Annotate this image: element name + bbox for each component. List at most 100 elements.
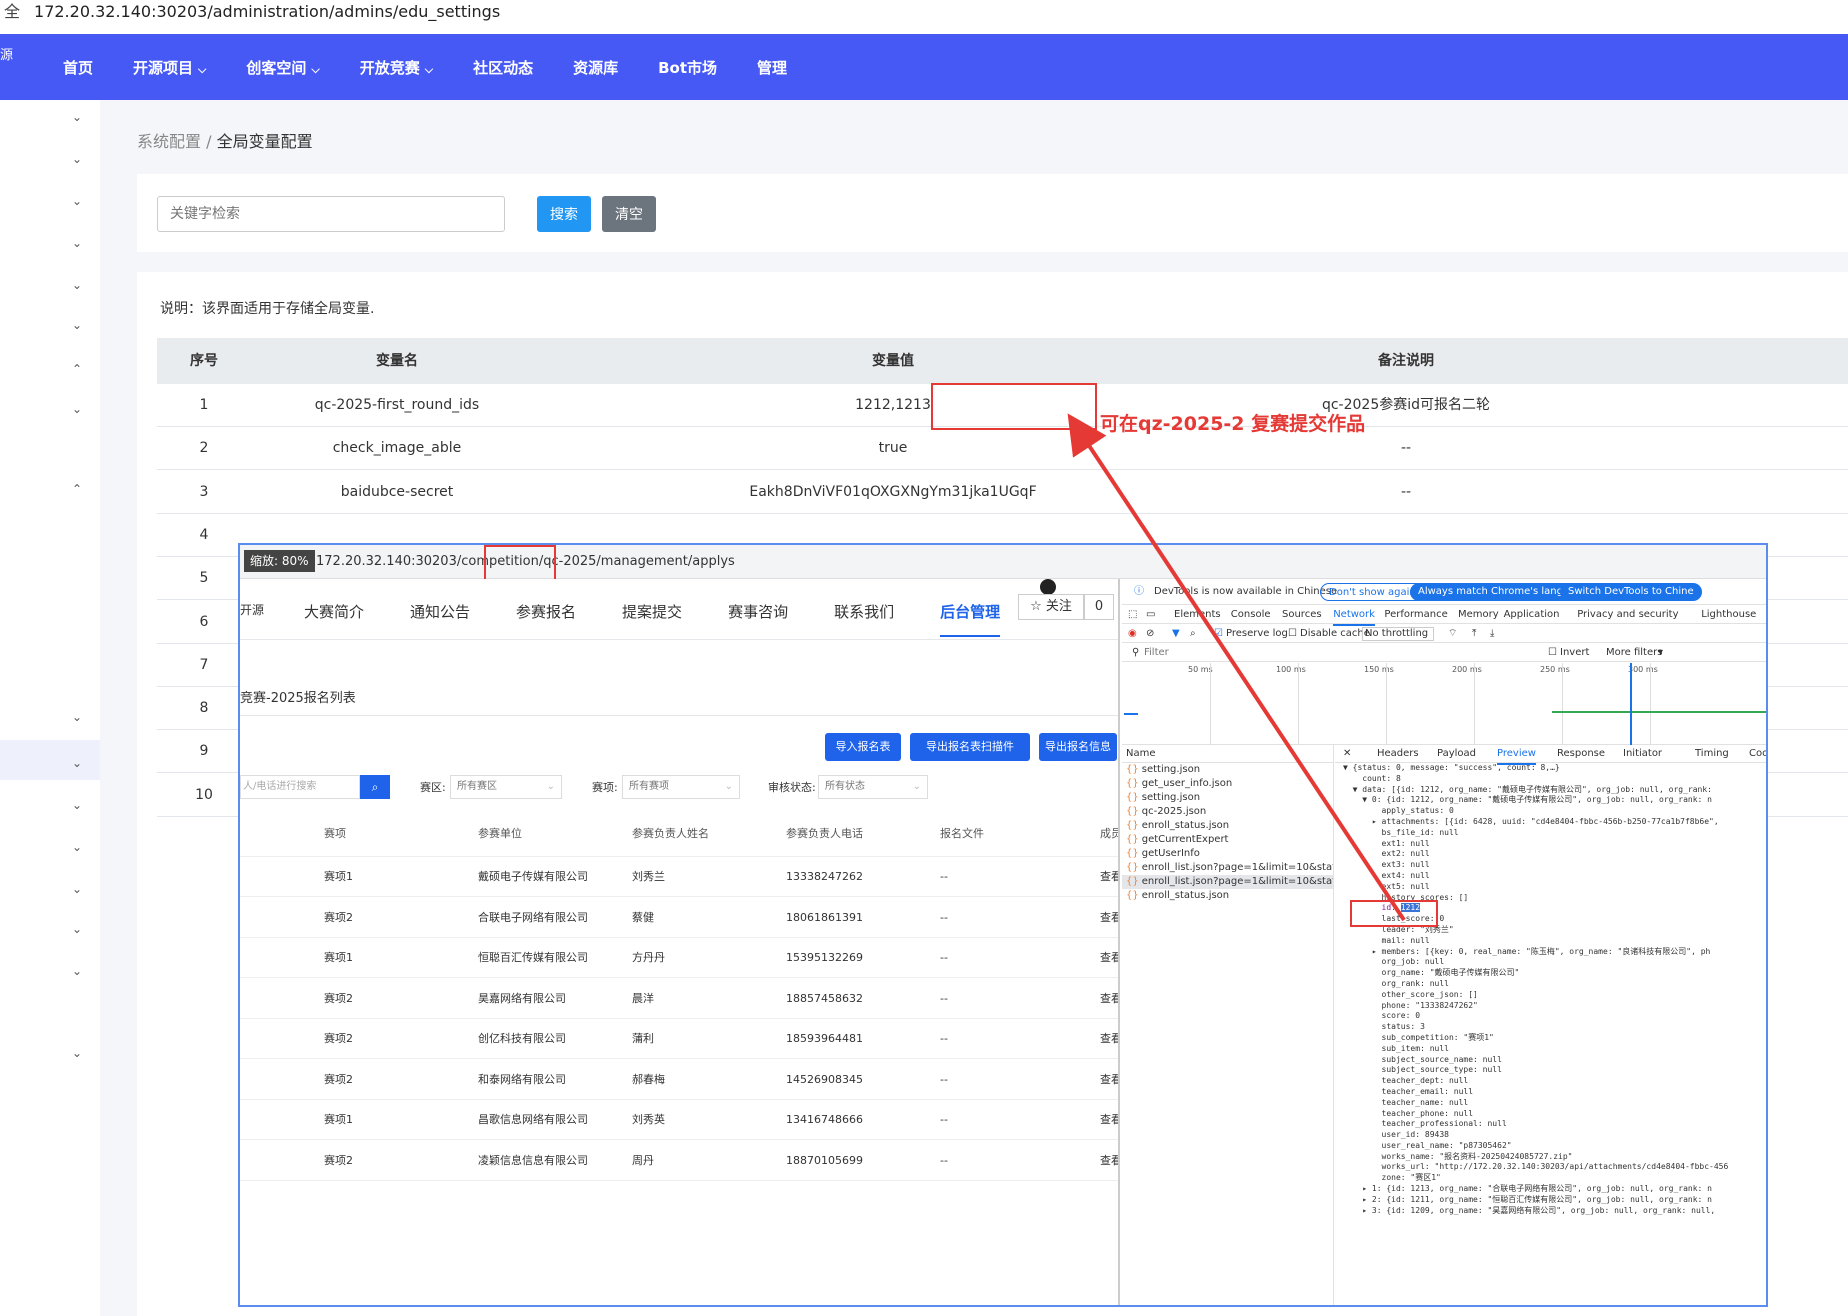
devtools-tab[interactable]: Network (1333, 606, 1375, 626)
competition-nav-item[interactable]: 联系我们 (834, 601, 894, 637)
devtools-tab[interactable]: Privacy and security (1577, 606, 1678, 624)
request-item[interactable]: {}enroll_list.json?page=1&limit=10&statu… (1122, 861, 1333, 875)
sidebar-chevron-down-icon[interactable]: ⌄ (72, 882, 82, 896)
network-timeline[interactable]: 50 ms 100 ms 150 ms 200 ms 250 ms 300 ms (1122, 663, 1766, 745)
more-filters-button[interactable]: More filters (1606, 644, 1662, 662)
status-select[interactable]: 所有状态 ⌄ (818, 775, 928, 799)
request-item[interactable]: {} getCurrentExpert (1122, 833, 1333, 847)
sidebar-chevron-down-icon[interactable]: ⌄ (72, 318, 82, 332)
competition-nav-item[interactable]: 赛事咨询 (728, 601, 788, 637)
upload-icon[interactable]: ⤒ (1472, 625, 1476, 643)
view-link[interactable]: 查看 (1100, 979, 1118, 1019)
request-item[interactable]: {} get_user_info.json (1122, 777, 1333, 791)
request-item[interactable]: {}enroll_list.json?page=1&limit=10&statu… (1122, 875, 1333, 889)
request-item[interactable]: {} qc-2025.json (1122, 805, 1333, 819)
preview-tab[interactable]: Initiator (1623, 745, 1662, 763)
competition-nav-item[interactable]: 大赛简介 (304, 601, 364, 637)
request-item[interactable]: {} enroll_status.json (1122, 889, 1333, 903)
import-button[interactable]: 导入报名表 (825, 733, 901, 761)
nav-item-3[interactable]: 开放竞赛 ⌵ (360, 57, 433, 78)
filter-input[interactable]: Filter (1144, 644, 1169, 662)
site-logo[interactable]: 源 (0, 48, 13, 64)
inspect-icon[interactable]: ⬚ (1128, 606, 1137, 624)
view-link[interactable]: 查看 (1100, 857, 1118, 897)
preserve-log-checkbox[interactable]: ☑ (1214, 625, 1223, 643)
close-icon[interactable]: ✕ (1343, 745, 1351, 763)
follow-button[interactable]: ☆ 关注 (1018, 594, 1084, 620)
view-link[interactable]: 查看 (1100, 1019, 1118, 1059)
devtools-tab[interactable]: Console (1231, 606, 1271, 624)
sidebar-chevron-down-icon[interactable]: ⌄ (72, 278, 82, 292)
search-button[interactable]: 搜索 (537, 196, 591, 232)
nav-item-7[interactable]: 管理 (757, 57, 787, 78)
sidebar-chevron-down-icon[interactable]: ⌄ (72, 236, 82, 250)
record-icon[interactable]: ◉ (1128, 625, 1137, 643)
preview-tab[interactable]: Headers (1377, 745, 1419, 763)
view-link[interactable]: 查看 (1100, 898, 1118, 938)
view-link[interactable]: 查看 (1100, 1100, 1118, 1140)
sidebar-chevron-down-icon[interactable]: ⌄ (72, 756, 82, 770)
filter-icon[interactable]: ▼ (1172, 625, 1180, 643)
preview-tab[interactable]: Preview (1497, 745, 1536, 765)
sidebar-chevron-up-icon[interactable]: ⌃ (72, 482, 82, 496)
nav-item-5[interactable]: 资源库 (573, 57, 618, 78)
sidebar-chevron-down-icon[interactable]: ⌄ (72, 110, 82, 124)
invert-checkbox[interactable]: ☐ (1548, 644, 1557, 662)
export-info-button[interactable]: 导出报名信息 (1039, 733, 1117, 761)
view-link[interactable]: 查看 (1100, 1141, 1118, 1181)
area-select[interactable]: 所有赛区 ⌄ (450, 775, 562, 799)
keyword-search-input[interactable] (157, 196, 505, 232)
sidebar-chevron-down-icon[interactable]: ⌄ (72, 922, 82, 936)
address-url[interactable]: 172.20.32.140:30203/administration/admin… (34, 2, 500, 21)
clear-button[interactable]: 清空 (602, 196, 656, 232)
sidebar-chevron-down-icon[interactable]: ⌄ (72, 798, 82, 812)
devtools-tab[interactable]: Elements (1174, 606, 1221, 624)
sidebar-chevron-down-icon[interactable]: ⌄ (72, 1046, 82, 1060)
search-icon[interactable]: ⌕ (1190, 625, 1196, 643)
disable-cache-checkbox[interactable]: ☐ (1288, 625, 1297, 643)
device-icon[interactable]: ▭ (1146, 606, 1155, 624)
nav-item-4[interactable]: 社区动态 (473, 57, 533, 78)
nav-item-2[interactable]: 创客空间 ⌵ (246, 57, 319, 78)
competition-nav-item[interactable]: 通知公告 (410, 601, 470, 637)
item-select[interactable]: 所有赛项 ⌄ (622, 775, 740, 799)
nav-item-1[interactable]: 开源项目 ⌵ (133, 57, 206, 78)
sidebar-chevron-down-icon[interactable]: ⌄ (72, 194, 82, 208)
nav-item-0[interactable]: 首页 (63, 57, 93, 78)
view-link[interactable]: 查看 (1100, 1060, 1118, 1100)
request-item[interactable]: {} setting.json (1122, 791, 1333, 805)
download-icon[interactable]: ⤓ (1490, 625, 1494, 643)
devtools-tab[interactable]: Performance (1384, 606, 1447, 624)
sidebar-active-item[interactable] (0, 740, 100, 780)
competition-nav-item[interactable]: 参赛报名 (516, 601, 576, 637)
sidebar-chevron-down-icon[interactable]: ⌄ (72, 964, 82, 978)
export-scan-button[interactable]: 导出报名表扫描件 (910, 733, 1030, 761)
sidebar-chevron-down-icon[interactable]: ⌄ (72, 840, 82, 854)
preview-tab[interactable]: Response (1557, 745, 1605, 763)
throttling-select[interactable]: No throttling (1362, 627, 1434, 641)
preview-tab[interactable]: Timing (1695, 745, 1729, 763)
request-item[interactable]: {} enroll_status.json (1122, 819, 1333, 833)
devtools-tab[interactable]: Application (1504, 606, 1560, 624)
nav-item-6[interactable]: Bot市场 (658, 57, 717, 78)
breadcrumb-parent[interactable]: 系统配置 (137, 132, 201, 151)
devtools-tab[interactable]: Sources (1282, 606, 1322, 624)
view-link[interactable]: 查看 (1100, 938, 1118, 978)
devtools-tab[interactable]: Lighthouse (1701, 606, 1756, 624)
sidebar-chevron-down-icon[interactable]: ⌄ (72, 402, 82, 416)
sidebar-chevron-down-icon[interactable]: ⌄ (72, 152, 82, 166)
preview-tab[interactable]: Cookies (1749, 745, 1766, 763)
competition-nav-item[interactable]: 后台管理 (940, 601, 1001, 637)
competition-nav-item[interactable]: 提案提交 (622, 601, 682, 637)
wifi-icon[interactable]: ⌔ (1448, 625, 1457, 643)
sidebar-chevron-up-icon[interactable]: ⌃ (72, 362, 82, 376)
address-bar[interactable]: 全 172.20.32.140:30203/administration/admi… (0, 0, 1848, 34)
preview-tab[interactable]: Payload (1437, 745, 1476, 763)
switch-language-button[interactable]: Switch DevTools to Chine (1560, 583, 1702, 601)
devtools-tab[interactable]: Memory (1458, 606, 1499, 624)
applicant-search-input[interactable]: 人/电话进行搜索 (240, 775, 360, 799)
request-item[interactable]: {} setting.json (1122, 763, 1333, 777)
sidebar-chevron-down-icon[interactable]: ⌄ (72, 710, 82, 724)
clear-icon[interactable]: ⊘ (1146, 625, 1154, 643)
request-item[interactable]: {} getUserInfo (1122, 847, 1333, 861)
